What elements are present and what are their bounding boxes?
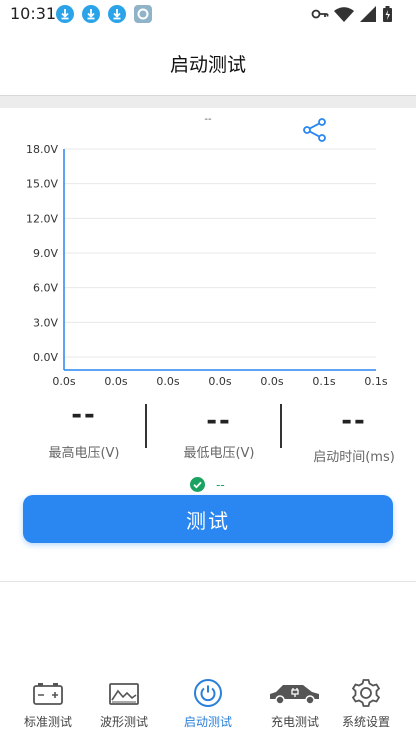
max-voltage-label: 最高电压(V) [48,446,120,461]
gear-icon [351,679,381,707]
app-notification-icon [134,5,152,23]
start-time-label: 启动时间(ms) [313,450,395,465]
min-voltage-value: -- [206,406,232,436]
waveform-icon [109,683,139,705]
y-tick-label: 6.0V [33,282,58,295]
stat-divider [280,404,282,448]
max-voltage-stat: -- 最高电压(V) [24,400,144,461]
nav-item-standard-test[interactable]: 标准测试 [8,678,88,734]
test-button[interactable]: 测试 [23,495,393,543]
x-tick-label: 0.1s [364,375,387,388]
max-voltage-value: -- [71,400,97,430]
nav-label: 波形测试 [99,715,148,729]
x-tick-label: 0.0s [260,375,283,388]
voltage-chart: 18.0V 15.0V 12.0V 9.0V 6.0V 3.0V 0.0V 0.0s 0.0s 0… [26,143,388,388]
stats-row: -- 最高电压(V) -- 最低电压(V) -- 启动时间(ms) [0,400,416,478]
nav-label: 启动测试 [183,715,232,729]
y-tick-label: 15.0V [26,178,58,191]
battery-status-icon [383,6,392,22]
x-tick-label: 0.0s [52,375,75,388]
min-voltage-stat: -- 最低电压(V) [159,400,279,461]
y-tick-label: 3.0V [33,316,58,329]
nav-label: 充电测试 [270,715,319,729]
nav-item-charging-test[interactable]: 充电测试 [255,678,335,734]
download-icon [82,5,100,23]
key-icon [311,9,329,19]
test-status: -- [190,474,225,492]
section-separator [0,96,416,108]
start-time-value: -- [341,406,367,436]
nav-item-system-settings[interactable]: 系统设置 [326,678,406,734]
bottom-nav: 标准测试 波形测试 启动测试 充电测试 系统设置 [0,668,416,740]
nav-label: 标准测试 [23,715,72,729]
page-title: 启动测试 [169,54,246,76]
status-text: -- [216,477,225,492]
y-tick-label: 0.0V [33,351,58,364]
signal-icon [360,6,376,22]
battery-icon [33,683,63,705]
nav-item-waveform-test[interactable]: 波形测试 [84,678,164,734]
power-icon [194,679,222,707]
stat-divider [145,404,147,448]
x-tick-label: 0.0s [104,375,127,388]
download-icon [56,5,74,23]
nav-label: 系统设置 [341,715,390,729]
download-icon [108,5,126,23]
min-voltage-label: 最低电压(V) [183,446,255,461]
result-card: -- 18.0V 15.0V 12.0V 9.0V 6.0V 3.0V 0.0V 0.0s 0.… [0,108,416,582]
app-header: 启动测试 [0,28,416,96]
x-tick-label: 0.0s [208,375,231,388]
x-tick-label: 0.0s [156,375,179,388]
status-bar: 10:31 [0,0,416,28]
check-circle-icon [190,477,205,492]
wifi-icon [334,7,354,22]
y-tick-label: 18.0V [26,143,58,156]
nav-item-start-test[interactable]: 启动测试 [168,678,248,734]
status-time: 10:31 [10,4,57,23]
start-time-stat: -- 启动时间(ms) [294,400,414,465]
x-tick-label: 0.1s [312,375,335,388]
y-tick-label: 9.0V [33,247,58,260]
system-status-icons [311,6,392,22]
y-tick-label: 12.0V [26,212,58,225]
car-charging-icon [270,685,319,705]
